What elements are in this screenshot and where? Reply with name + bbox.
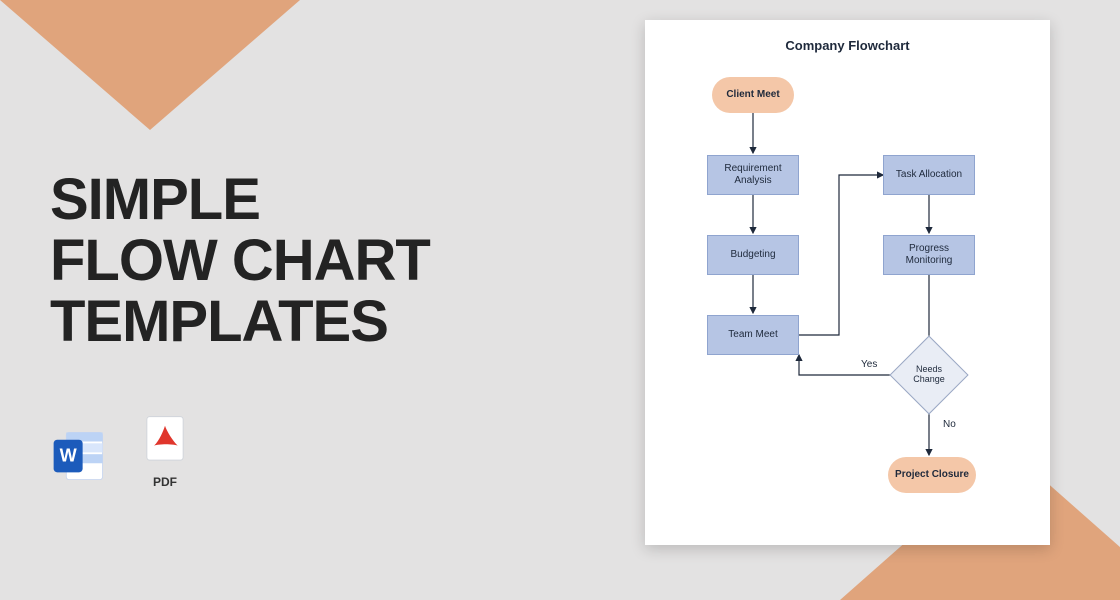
label-yes: Yes (861, 359, 877, 370)
node-budgeting: Budgeting (707, 235, 799, 275)
headline: SIMPLE FLOW CHART TEMPLATES (50, 170, 570, 353)
flowchart-page: Company Flowchart Client M (645, 20, 1050, 545)
word-icon: W (50, 427, 108, 485)
pdf-label: PDF (153, 475, 177, 489)
left-panel: SIMPLE FLOW CHART TEMPLATES W PDF (50, 170, 570, 489)
flowchart-title: Company Flowchart (665, 38, 1030, 53)
flowchart-arrows (665, 57, 1030, 517)
svg-text:W: W (60, 445, 78, 465)
node-project-closure: Project Closure (888, 457, 976, 493)
headline-line3: TEMPLATES (50, 292, 570, 353)
node-client-meet: Client Meet (712, 77, 794, 113)
flowchart-canvas: Client Meet Requirement Analysis Budgeti… (665, 57, 1030, 517)
node-requirement-analysis: Requirement Analysis (707, 155, 799, 195)
decision-label: Needs Change (901, 347, 957, 403)
node-progress-monitoring: Progress Monitoring (883, 235, 975, 275)
triangle-top-left (0, 0, 300, 130)
pdf-icon (136, 413, 194, 471)
pdf-format: PDF (136, 413, 194, 489)
format-icons: W PDF (50, 413, 570, 489)
headline-line2: FLOW CHART (50, 231, 570, 292)
node-needs-change: Needs Change (901, 347, 957, 403)
headline-line1: SIMPLE (50, 170, 570, 231)
label-no: No (943, 419, 956, 430)
node-team-meet: Team Meet (707, 315, 799, 355)
word-format: W (50, 427, 108, 489)
node-task-allocation: Task Allocation (883, 155, 975, 195)
